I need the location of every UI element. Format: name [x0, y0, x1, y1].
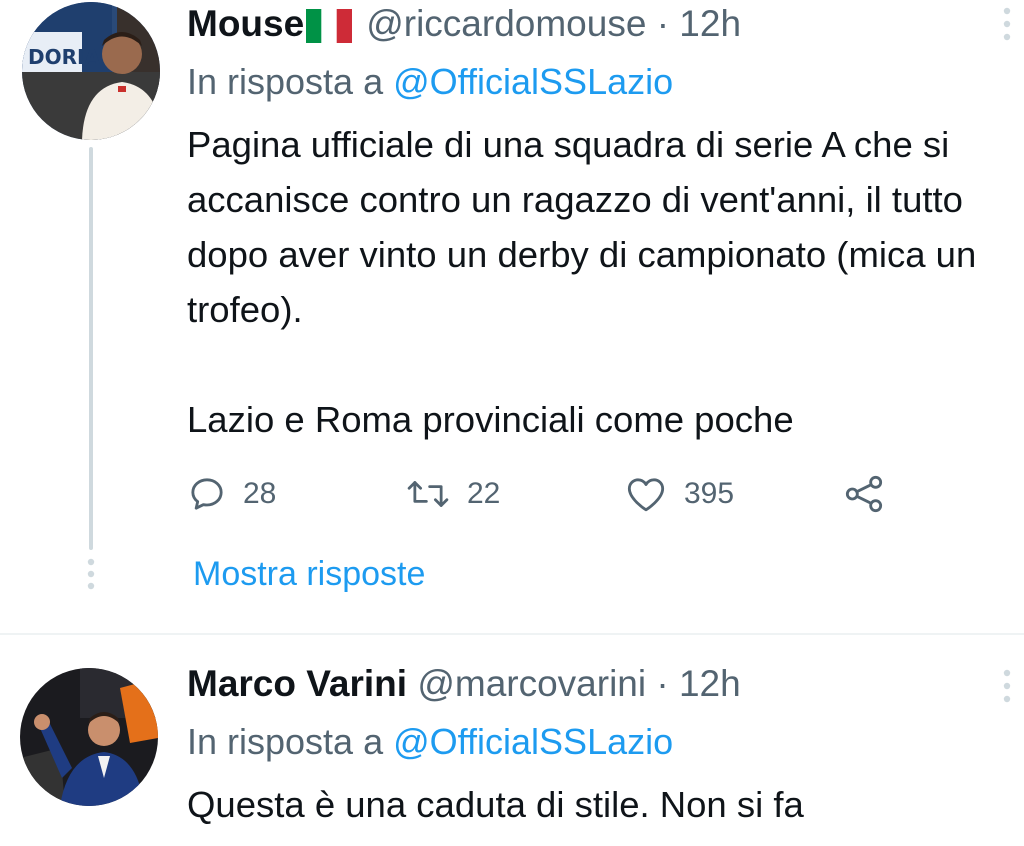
- tweet-actions: 28 22 395: [187, 468, 907, 520]
- reply-mention-link[interactable]: @OfficialSSLazio: [393, 61, 673, 102]
- tweet-text: Pagina ufficiale di una squadra di serie…: [187, 124, 977, 440]
- tweet[interactable]: DORIA Mouse @riccardomouse · 12h In risp…: [0, 0, 1024, 635]
- reply-context: In risposta a @OfficialSSLazio: [187, 720, 673, 764]
- retweet-count: 22: [467, 477, 501, 510]
- author-name[interactable]: Marco Varini: [187, 663, 407, 704]
- tweet-header: Mouse @riccardomouse · 12h: [187, 2, 741, 46]
- thread-continuation-icon: [87, 558, 95, 590]
- reply-mention-link[interactable]: @OfficialSSLazio: [393, 721, 673, 762]
- more-vertical-icon[interactable]: [1000, 666, 1014, 706]
- svg-text:DORIA: DORIA: [28, 45, 100, 69]
- thread-line: [89, 147, 93, 550]
- reply-icon: [191, 478, 223, 510]
- reply-count: 28: [243, 477, 277, 510]
- author-name[interactable]: Mouse: [187, 3, 304, 44]
- show-replies-link[interactable]: Mostra risposte: [193, 552, 425, 596]
- heart-icon: [627, 478, 665, 512]
- avatar[interactable]: [20, 668, 158, 806]
- more-vertical-icon[interactable]: [1000, 4, 1014, 44]
- author-handle[interactable]: @riccardomouse: [366, 3, 646, 44]
- reply-prefix: In risposta a: [187, 61, 384, 102]
- share-icon: [845, 475, 883, 513]
- author-handle[interactable]: @marcovarini: [417, 663, 646, 704]
- timestamp[interactable]: 12h: [679, 663, 741, 704]
- tweet-text: Questa è una caduta di stile. Non si fa: [187, 784, 804, 825]
- like-button[interactable]: 395: [624, 468, 734, 520]
- avatar[interactable]: DORIA: [22, 2, 160, 140]
- divider: [0, 633, 1024, 635]
- separator: ·: [656, 663, 669, 704]
- tweet[interactable]: Marco Varini @marcovarini · 12h In rispo…: [0, 638, 1024, 846]
- reply-prefix: In risposta a: [187, 721, 384, 762]
- reply-button[interactable]: 28: [187, 468, 276, 520]
- tweet-header: Marco Varini @marcovarini · 12h: [187, 662, 741, 706]
- retweet-button[interactable]: 22: [405, 468, 500, 520]
- reply-context: In risposta a @OfficialSSLazio: [187, 60, 673, 104]
- retweet-icon: [407, 481, 449, 507]
- like-count: 395: [684, 477, 735, 510]
- timestamp[interactable]: 12h: [679, 3, 741, 44]
- separator: ·: [656, 3, 670, 44]
- italian-flag-icon: [306, 9, 353, 44]
- share-button[interactable]: [842, 468, 886, 520]
